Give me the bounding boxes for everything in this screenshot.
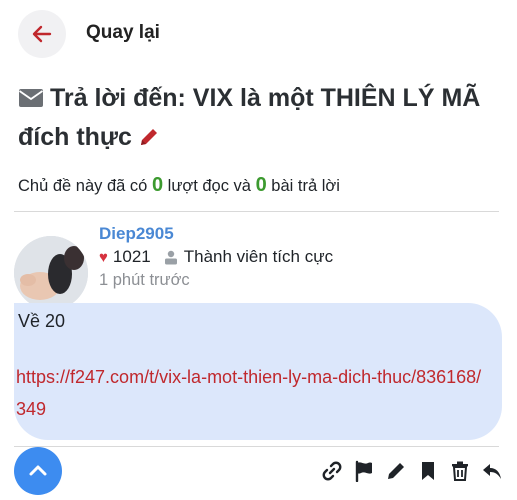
divider [14,211,499,212]
topic-title-text: Trả lời đến: VIX là một THIÊN LÝ MÃ đích… [18,84,481,151]
user-rank: Thành viên tích cực [183,247,334,266]
views-count: 0 [151,174,164,196]
likes-count: 1021 [112,247,151,266]
scroll-top-button[interactable] [14,447,62,495]
envelope-icon [18,83,44,119]
stats-prefix: Chủ đề này đã có [18,177,148,195]
stats-middle: lượt đọc và [167,177,251,195]
flag-icon [355,460,372,482]
replies-count: 0 [255,174,267,196]
edit-button[interactable] [385,460,407,482]
arrow-left-icon [32,25,52,43]
post-actions [321,460,503,482]
message-text: Về 20 [18,311,66,331]
bookmark-icon [422,462,434,480]
back-label[interactable]: Quay lại [86,22,160,44]
reply-icon [483,464,501,479]
topic-title: Trả lời đến: VIX là một THIÊN LÝ MÃ đích… [18,80,498,158]
trash-icon [452,461,468,481]
topic-stats: Chủ đề này đã có 0 lượt đọc và 0 bài trả… [18,174,340,197]
reply-button[interactable] [481,460,503,482]
heart-icon: ♥ [99,248,108,266]
copy-link-button[interactable] [321,460,343,482]
delete-button[interactable] [449,460,471,482]
post-username[interactable]: Diep2905 [99,224,174,244]
edit-icon [388,463,404,479]
message-link[interactable]: https://f247.com/t/vix-la-mot-thien-ly-m… [16,361,486,425]
divider [14,446,499,447]
user-rank-icon [163,250,179,265]
post-meta: ♥ 1021 Thành viên tích cực [99,247,333,267]
link-icon [322,461,342,481]
post-timestamp: 1 phút trước [99,271,190,289]
stats-suffix: bài trả lời [271,177,340,195]
chevron-up-icon [29,465,47,476]
back-button[interactable] [18,10,66,58]
pencil-icon[interactable] [138,122,160,158]
avatar[interactable] [14,236,88,310]
report-button[interactable] [353,460,375,482]
bookmark-button[interactable] [417,460,439,482]
